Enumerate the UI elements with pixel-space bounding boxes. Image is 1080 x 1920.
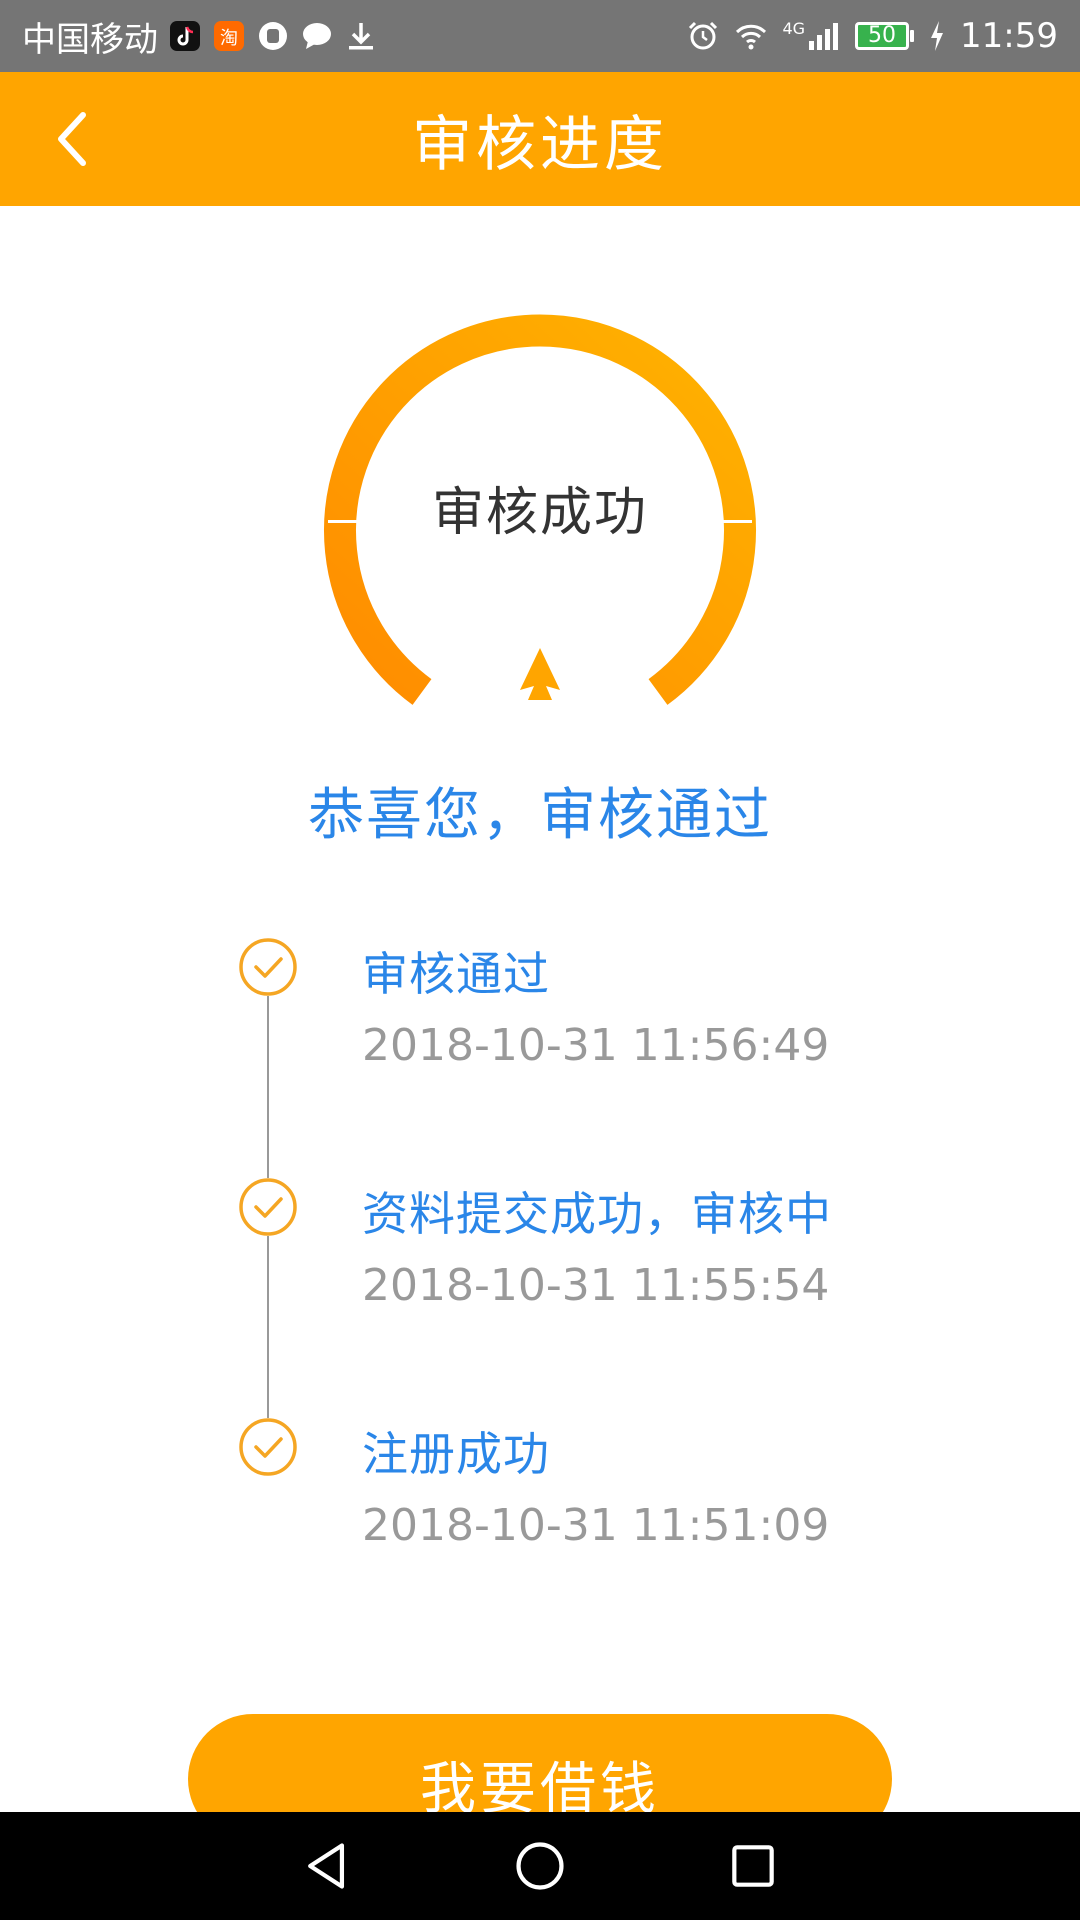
timeline-item-title: 注册成功 bbox=[362, 1427, 550, 1481]
check-circle-icon bbox=[239, 1178, 297, 1236]
wifi-icon bbox=[734, 19, 768, 53]
battery-level: 50 bbox=[855, 22, 910, 50]
timeline-item-title: 资料提交成功，审核中 bbox=[362, 1187, 832, 1241]
congrats-message: 恭喜您，审核通过 bbox=[308, 783, 772, 848]
recents-square-icon bbox=[732, 1845, 775, 1887]
taobao-icon: 淘 bbox=[212, 19, 246, 53]
nav-recents-button[interactable] bbox=[713, 1826, 793, 1906]
progress-timeline: 审核通过 2018-10-31 11:56:49 资料提交成功，审核中 2018… bbox=[0, 0, 1080, 1920]
status-gauge: 审核成功 bbox=[320, 300, 760, 720]
timeline-connector bbox=[267, 1236, 269, 1418]
page-title: 审核进度 bbox=[412, 109, 668, 180]
battery-indicator: 50 bbox=[855, 22, 915, 50]
tiktok-icon bbox=[168, 19, 202, 53]
app-header: 审核进度 bbox=[0, 72, 1080, 206]
gauge-pointer bbox=[520, 648, 560, 700]
stop-hand-icon bbox=[256, 19, 290, 53]
timeline-item-time: 2018-10-31 11:51:09 bbox=[362, 1500, 830, 1551]
timeline-connector bbox=[267, 996, 269, 1178]
chevron-left-icon bbox=[58, 112, 86, 166]
clock-time: 11:59 bbox=[960, 16, 1058, 56]
chat-bubble-icon bbox=[300, 19, 334, 53]
home-circle-icon bbox=[516, 1842, 564, 1890]
audit-progress-screen: 中国移动 淘 4G 50 11:59 审核进度 审核成功 恭喜您，审核通过 审核… bbox=[0, 0, 1080, 1920]
charging-bolt-icon bbox=[928, 19, 946, 53]
alarm-clock-icon bbox=[686, 19, 720, 53]
timeline-item-time: 2018-10-31 11:55:54 bbox=[362, 1260, 830, 1311]
download-icon bbox=[344, 19, 378, 53]
cell-signal: 4G bbox=[782, 19, 841, 53]
status-left: 中国移动 淘 bbox=[22, 12, 686, 61]
check-circle-icon bbox=[239, 1418, 297, 1476]
signal-bars-icon bbox=[809, 23, 839, 50]
timeline-item-time: 2018-10-31 11:56:49 bbox=[362, 1020, 830, 1071]
status-bar: 中国移动 淘 4G 50 11:59 bbox=[0, 0, 1080, 72]
gauge-status-label: 审核成功 bbox=[431, 483, 648, 543]
network-type-label: 4G bbox=[782, 19, 806, 38]
timeline-item-title: 审核通过 bbox=[362, 947, 550, 1001]
back-triangle-icon bbox=[307, 1843, 344, 1889]
svg-text:淘: 淘 bbox=[220, 28, 238, 49]
nav-home-button[interactable] bbox=[500, 1826, 580, 1906]
check-circle-icon bbox=[239, 938, 297, 996]
status-right: 4G 50 11:59 bbox=[686, 16, 1058, 56]
system-nav-bar bbox=[0, 1812, 1080, 1920]
nav-back-button[interactable] bbox=[287, 1826, 367, 1906]
battery-tip bbox=[910, 30, 915, 42]
back-button[interactable] bbox=[30, 96, 116, 182]
carrier-name: 中国移动 bbox=[22, 19, 158, 60]
